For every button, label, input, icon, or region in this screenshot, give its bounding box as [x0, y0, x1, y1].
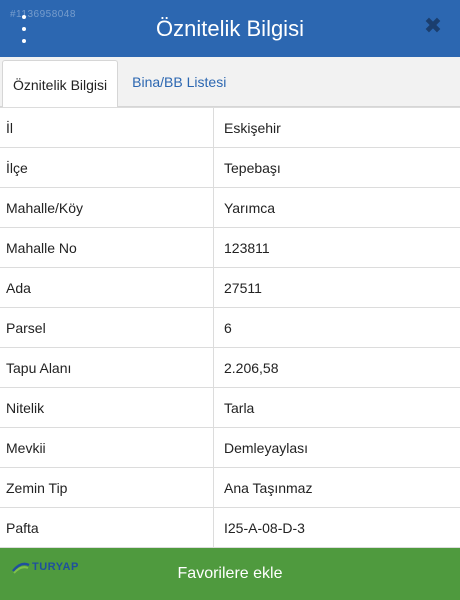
tab-bar: Öznitelik Bilgisi Bina/BB Listesi	[0, 57, 460, 108]
attribute-value: Demleyaylası	[224, 439, 309, 456]
attribute-value: Ana Taşınmaz	[224, 479, 313, 496]
logo-text: TURYAP	[32, 561, 79, 573]
attribute-key: Parsel	[0, 308, 214, 347]
tab-oznitelik-bilgisi[interactable]: Öznitelik Bilgisi	[2, 60, 119, 108]
table-row: İlçe Tepebaşı	[0, 148, 460, 188]
attribute-value: 6	[224, 319, 232, 336]
attribute-key: Mahalle No	[0, 228, 214, 267]
attribute-key: Tapu Alanı	[0, 348, 214, 387]
close-icon[interactable]: ✖	[422, 15, 444, 37]
turyap-logo: TURYAP	[12, 556, 79, 578]
attribute-key: Mahalle/Köy	[0, 188, 214, 227]
table-row: Mahalle No 123811	[0, 228, 460, 268]
attribute-key: İlçe	[0, 148, 214, 187]
table-row: Ada 27511	[0, 268, 460, 308]
table-row: Mahalle/Köy Yarımca	[0, 188, 460, 228]
attribute-key: Pafta	[0, 508, 214, 547]
header-bar: #1136958048 Öznitelik Bilgisi ✖	[0, 0, 460, 57]
table-row: Pafta I25-A-08-D-3	[0, 508, 460, 548]
attribute-key: Ada	[0, 268, 214, 307]
page-title: Öznitelik Bilgisi	[156, 15, 304, 41]
attribute-key: İl	[0, 108, 214, 147]
table-row: Tapu Alanı 2.206,58	[0, 348, 460, 388]
attribute-value: Eskişehir	[224, 119, 281, 136]
attribute-value: 27511	[224, 279, 262, 296]
attribute-value: Tarla	[224, 399, 255, 416]
attribute-value: I25-A-08-D-3	[224, 519, 305, 536]
table-row: İl Eskişehir	[0, 108, 460, 148]
add-to-favorites-button[interactable]: TURYAP Favorilere ekle	[0, 548, 460, 600]
add-to-favorites-label: Favorilere ekle	[177, 565, 283, 582]
table-row: Mevkii Demleyaylası	[0, 428, 460, 468]
tab-bina-bb-listesi[interactable]: Bina/BB Listesi	[118, 57, 236, 106]
attribute-key: Mevkii	[0, 428, 214, 467]
attribute-value: Tepebaşı	[224, 159, 281, 176]
attribute-value: 123811	[224, 239, 270, 256]
attribute-value: Yarımca	[224, 199, 276, 216]
more-options-icon[interactable]	[12, 12, 36, 46]
attribute-table: İl Eskişehir İlçe Tepebaşı Mahalle/Köy Y…	[0, 107, 460, 548]
table-row: Zemin Tip Ana Taşınmaz	[0, 468, 460, 508]
table-row: Parsel 6	[0, 308, 460, 348]
attribute-key: Nitelik	[0, 388, 214, 427]
table-row: Nitelik Tarla	[0, 388, 460, 428]
attribute-value: 2.206,58	[224, 359, 279, 376]
attribute-key: Zemin Tip	[0, 468, 214, 507]
turyap-logo-icon	[12, 562, 30, 574]
